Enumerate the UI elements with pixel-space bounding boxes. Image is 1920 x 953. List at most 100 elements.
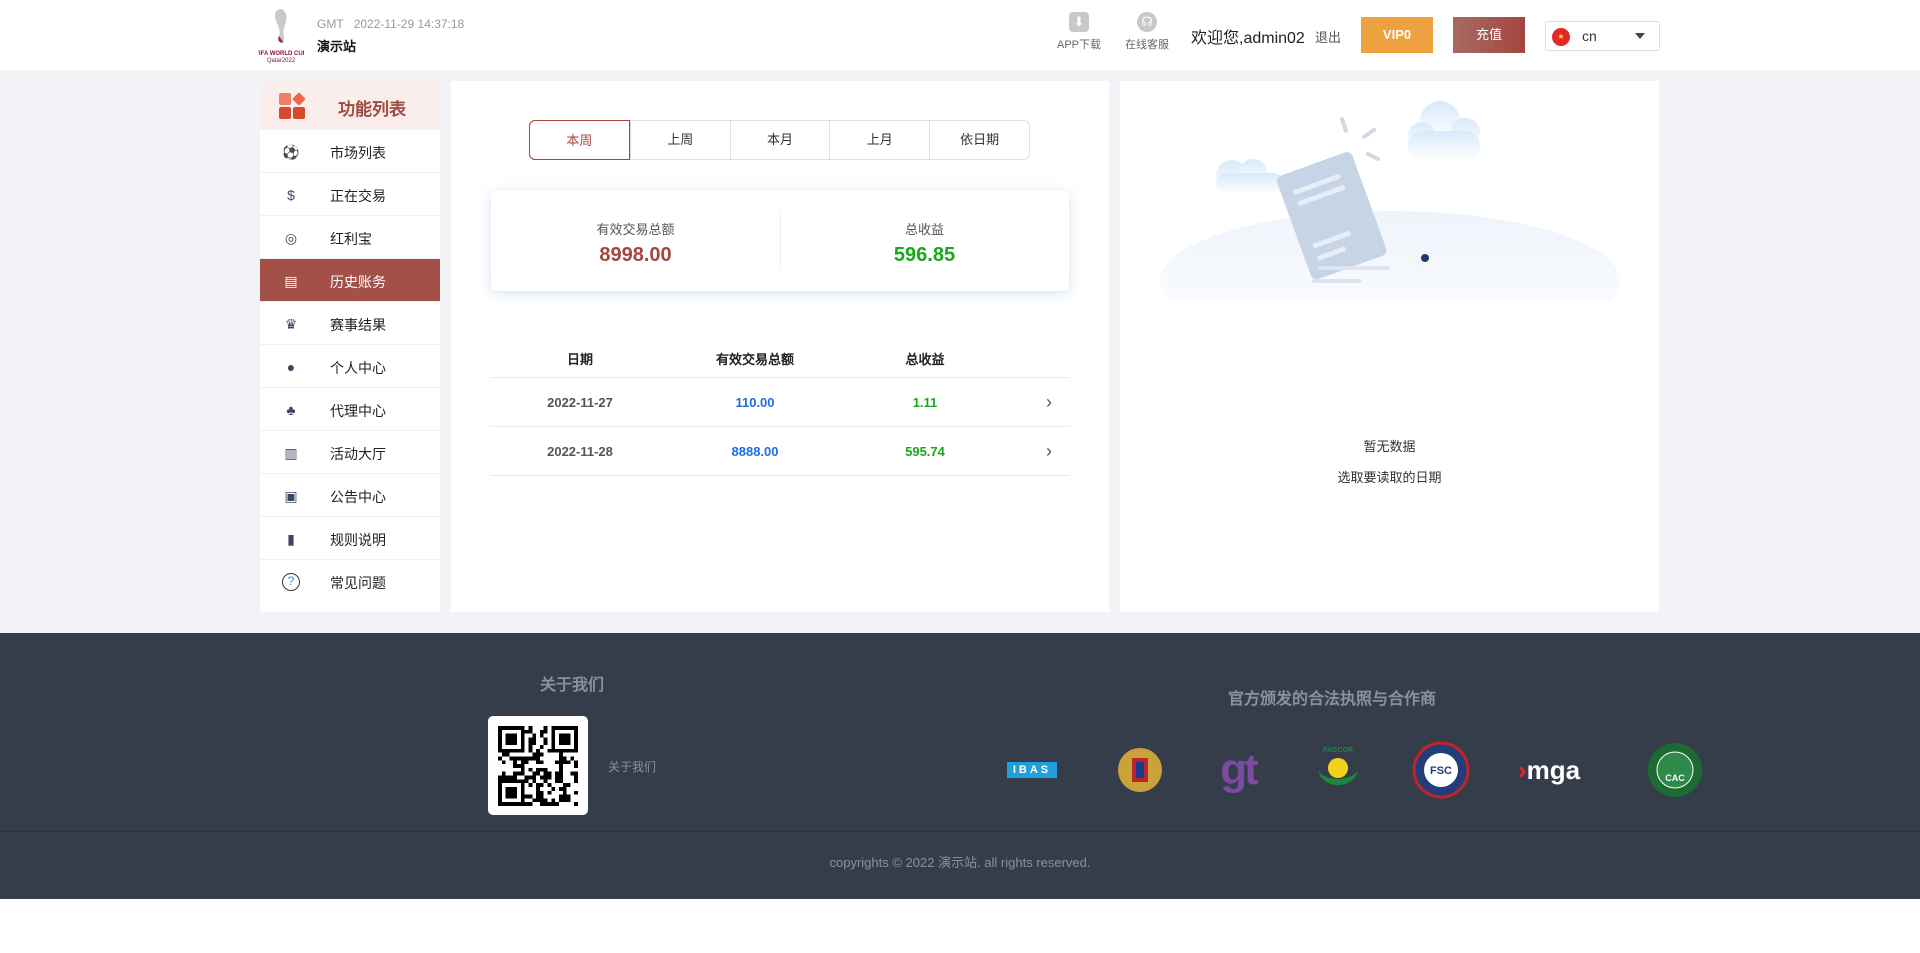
sidebar-item-label: 公告中心 — [330, 489, 386, 505]
copyright: copyrights © 2022 演示站. all rights reserv… — [829, 855, 1091, 870]
sidebar-item-10[interactable]: ? 常见问题 — [260, 559, 440, 602]
header-turnover: 有效交易总额 — [715, 351, 794, 367]
chevron-right-icon[interactable]: › — [1010, 392, 1070, 413]
language-select[interactable]: ★ cn — [1545, 21, 1660, 51]
question-icon: ? — [282, 573, 300, 591]
tab-this-month[interactable]: 本月 — [729, 121, 830, 159]
sidebar-item-label: 个人中心 — [330, 360, 386, 376]
tab-last-month[interactable]: 上月 — [829, 121, 929, 159]
trophy-icon: ♛ — [284, 316, 298, 332]
gift-icon: ▥ — [284, 445, 298, 461]
row-profit: 1.11 — [912, 394, 938, 410]
main-panel: 本周 上周 本月 上月 依日期 有效交易总额 8998.00 总收益 596.8… — [451, 81, 1109, 612]
profit-label: 总收益 — [904, 222, 944, 237]
row-turnover: 110.00 — [735, 394, 775, 410]
sidebar-item-4[interactable]: ♛ 赛事结果 — [260, 301, 440, 344]
sidebar-header: 功能列表 — [260, 81, 440, 129]
tab-last-week[interactable]: 上周 — [629, 121, 730, 159]
chevron-right-icon[interactable]: › — [1010, 441, 1070, 462]
sidebar-item-label: 常见问题 — [330, 575, 386, 591]
pagcor-logo[interactable]: PAGCOR — [1303, 741, 1373, 799]
headset-icon: ☊ — [1137, 12, 1157, 32]
header-date: 日期 — [566, 351, 593, 367]
sidebar-item-2[interactable]: ◎ 红利宝 — [260, 215, 440, 258]
org-chart-icon: ♣ — [286, 402, 296, 418]
uk-gambling-logo[interactable] — [1105, 741, 1175, 799]
header: FIFA WORLD CUPQatar2022 GMT 2022-11-29 1… — [0, 0, 1920, 70]
sidebar-item-3[interactable]: ▤ 历史账务 — [260, 258, 440, 301]
about-title: 关于我们 — [540, 677, 605, 694]
qr-code — [488, 716, 588, 815]
dollar-card-icon: $ — [287, 187, 295, 203]
svg-text:PAGCOR: PAGCOR — [1323, 747, 1353, 754]
sidebar-item-label: 活动大厅 — [330, 446, 386, 462]
svg-text:FSC: FSC — [1430, 765, 1452, 777]
ibas-logo[interactable]: IBAS — [988, 741, 1076, 799]
period-tabs: 本周 上周 本月 上月 依日期 — [529, 120, 1030, 160]
sidebar-item-label: 历史账务 — [330, 274, 386, 290]
tab-by-date[interactable]: 依日期 — [929, 121, 1029, 159]
summary-card: 有效交易总额 8998.00 总收益 596.85 — [491, 190, 1069, 291]
turnover-value: 8998.00 — [599, 244, 672, 266]
empty-illustration — [1160, 101, 1620, 301]
fifa-logo[interactable]: FIFA WORLD CUPQatar2022 — [255, 6, 307, 64]
sidebar-title: 功能列表 — [338, 100, 406, 119]
welcome-text: 欢迎您,admin02 — [1191, 30, 1305, 47]
footer: 关于我们 关于我们 官方颁发的合法执照与合作商 IBAS gt PAGCOR F… — [0, 633, 1920, 899]
app-download-button[interactable]: ⬇ APP下载 — [1049, 12, 1109, 52]
book-icon: ▮ — [287, 531, 295, 547]
table-row[interactable]: 2022-11-28 8888.00 595.74 › — [490, 427, 1070, 476]
language-value: cn — [1582, 28, 1597, 44]
download-icon: ⬇ — [1069, 12, 1089, 32]
sidebar-item-9[interactable]: ▮ 规则说明 — [260, 516, 440, 559]
tab-this-week[interactable]: 本周 — [529, 120, 630, 160]
row-date: 2022-11-27 — [547, 394, 613, 410]
sidebar-item-label: 规则说明 — [330, 532, 386, 548]
table-row[interactable]: 2022-11-27 110.00 1.11 › — [490, 378, 1070, 427]
sidebar-item-7[interactable]: ▥ 活动大厅 — [260, 430, 440, 473]
history-table: 日期 有效交易总额 总收益 2022-11-27 110.00 1.11 › 2022-… — [490, 339, 1070, 476]
sidebar-item-5[interactable]: ● 个人中心 — [260, 344, 440, 387]
megaphone-icon: ▣ — [284, 488, 298, 504]
svg-text:FIFA WORLD CUP: FIFA WORLD CUP — [258, 51, 304, 57]
bill-icon: ▤ — [284, 273, 298, 289]
sidebar-item-1[interactable]: $ 正在交易 — [260, 172, 440, 215]
about-link[interactable]: 关于我们 — [608, 758, 656, 775]
china-flag-icon: ★ — [1552, 28, 1570, 46]
mga-logo[interactable]: › mga — [1505, 741, 1593, 799]
soccer-ball-icon: ⚽ — [282, 144, 300, 160]
cac-logo[interactable]: CAC — [1640, 741, 1710, 799]
row-date: 2022-11-28 — [547, 443, 613, 459]
logout-link[interactable]: 退出 — [1315, 27, 1341, 46]
svg-text:CAC: CAC — [1665, 773, 1685, 783]
row-turnover: 8888.00 — [731, 443, 779, 459]
vip-button[interactable]: VIP0 — [1361, 17, 1433, 53]
sidebar-item-label: 市场列表 — [330, 145, 386, 161]
sidebar: 功能列表 ⚽ 市场列表 $ 正在交易 ◎ 红利宝 ▤ 历史账务 ♛ 赛事结果 ● 个人中心 ♣ 代理中心 ▥… — [260, 81, 440, 612]
svg-text:Qatar2022: Qatar2022 — [267, 58, 296, 64]
fsc-logo[interactable]: FSC — [1406, 741, 1476, 799]
profit-value: 596.85 — [893, 244, 956, 266]
timezone: GMT 2022-11-29 14:37:18 — [317, 17, 465, 31]
sidebar-item-6[interactable]: ♣ 代理中心 — [260, 387, 440, 430]
recharge-button[interactable]: 充值 — [1453, 17, 1525, 53]
table-header: 日期 有效交易总额 总收益 — [490, 339, 1070, 378]
gt-logo[interactable]: gt — [1203, 741, 1273, 799]
sidebar-item-0[interactable]: ⚽ 市场列表 — [260, 129, 440, 172]
empty-title: 暂无数据 — [1363, 439, 1416, 454]
header-profit: 总收益 — [905, 351, 945, 367]
caret-down-icon — [1635, 33, 1645, 39]
sidebar-item-8[interactable]: ▣ 公告中心 — [260, 473, 440, 516]
site-name: 演示站 — [317, 39, 357, 54]
detail-panel: 暂无数据 选取要读取的日期 — [1120, 81, 1659, 612]
sidebar-item-label: 赛事结果 — [330, 317, 386, 333]
empty-hint: 选取要读取的日期 — [1337, 470, 1442, 485]
user-gear-icon: ● — [286, 359, 296, 375]
coins-icon: ◎ — [284, 230, 298, 246]
datetime: 2022-11-29 14:37:18 — [353, 17, 465, 31]
support-button[interactable]: ☊ 在线客服 — [1117, 12, 1177, 52]
sidebar-item-label: 代理中心 — [330, 403, 386, 419]
footer-divider — [0, 831, 1920, 832]
license-title: 官方颁发的合法执照与合作商 — [1228, 691, 1437, 708]
sidebar-item-label: 正在交易 — [330, 188, 386, 204]
